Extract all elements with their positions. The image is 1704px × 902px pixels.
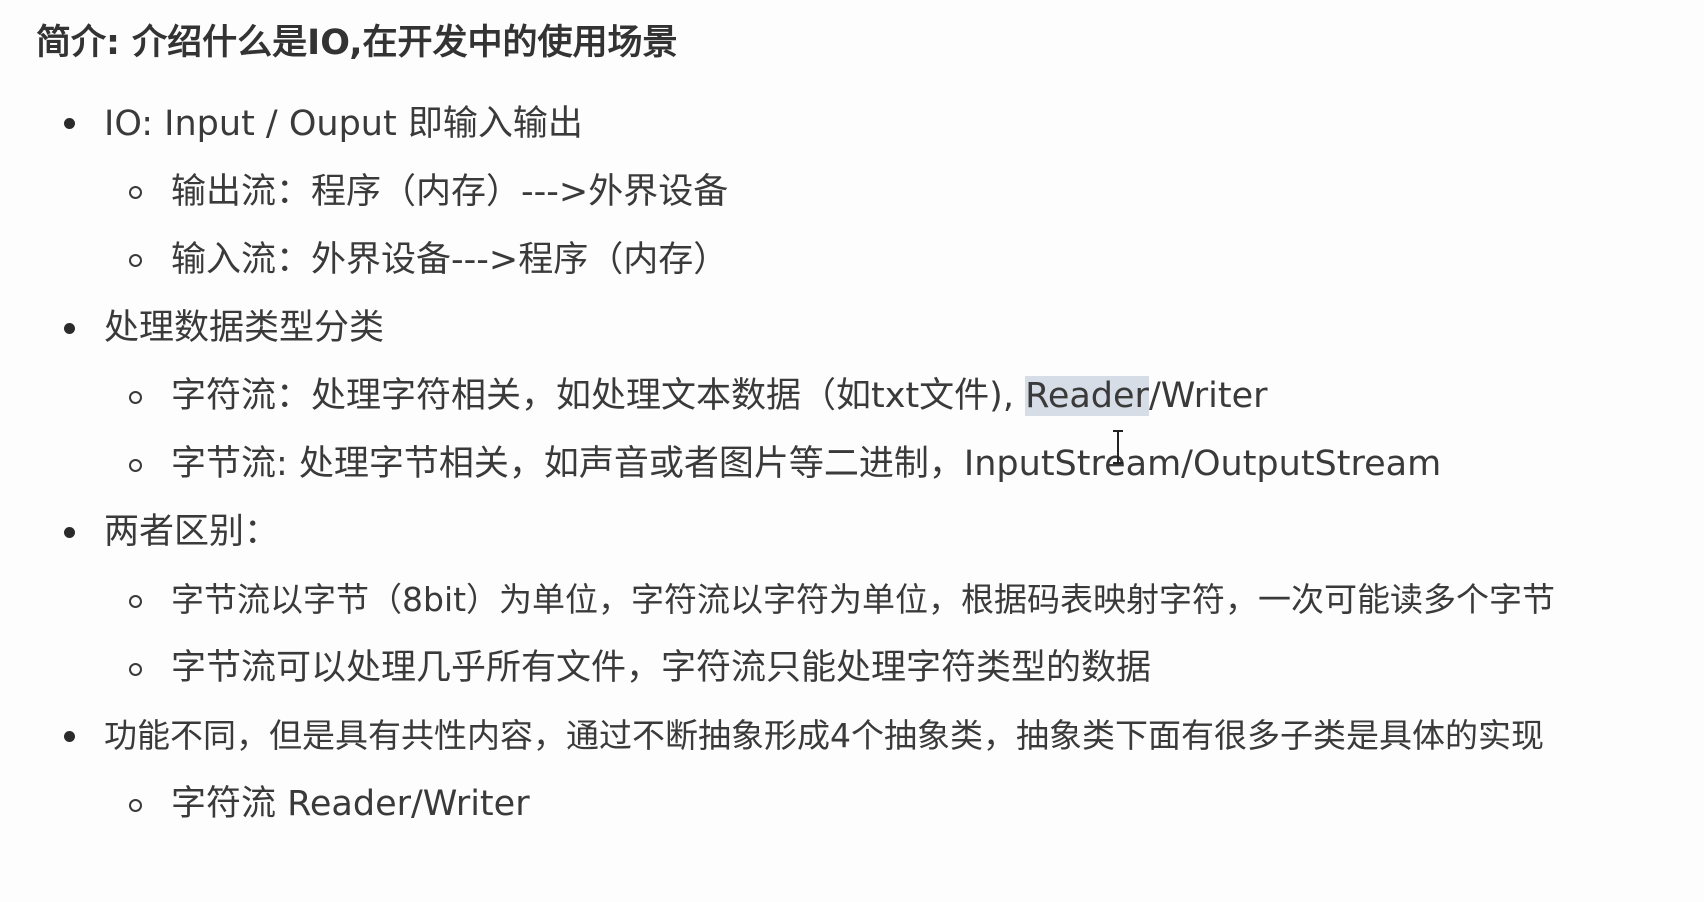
character-stream-suffix: /Writer — [1148, 376, 1268, 416]
bullet-disc-icon — [64, 731, 75, 742]
list-item-io-definition: IO: Input / Ouput 即输入输出 — [104, 104, 583, 144]
bullet-disc-icon — [64, 118, 75, 129]
list-item-abstract-classes: 功能不同，但是具有共性内容，通过不断抽象形成4个抽象类，抽象类下面有很多子类是具… — [104, 716, 1544, 755]
bullet-circle-icon — [129, 459, 142, 472]
bullet-disc-icon — [64, 323, 75, 334]
character-stream-text: 字符流：处理字符相关，如处理文本数据（如txt文件), — [171, 376, 1026, 416]
list-item-byte-stream: 字节流: 处理字节相关，如声音或者图片等二进制，InputStream/Outp… — [171, 444, 1442, 484]
list-item-character-stream: 字符流：处理字符相关，如处理文本数据（如txt文件), Reader/Write… — [171, 374, 1268, 418]
list-item-differences: 两者区别： — [104, 512, 280, 552]
selected-text-highlight[interactable]: Reader — [1025, 376, 1149, 416]
list-item-input-stream: 输入流：外界设备--->程序（内存） — [171, 240, 729, 280]
bullet-circle-icon — [129, 254, 142, 267]
list-item-file-handling-difference: 字节流可以处理几乎所有文件，字符流只能处理字符类型的数据 — [171, 648, 1152, 688]
section-heading: 简介: 介绍什么是IO,在开发中的使用场景 — [36, 23, 678, 63]
list-item-data-type-classification: 处理数据类型分类 — [104, 308, 385, 348]
bullet-circle-icon — [129, 799, 142, 812]
bullet-circle-icon — [129, 595, 142, 608]
bullet-disc-icon — [64, 527, 75, 538]
document: 简介: 介绍什么是IO,在开发中的使用场景 IO: Input / Ouput … — [0, 0, 1704, 902]
list-item-reader-writer: 字符流 Reader/Writer — [171, 784, 530, 824]
list-item-output-stream: 输出流：程序（内存）--->外界设备 — [171, 172, 729, 212]
list-item-unit-difference: 字节流以字节（8bit）为单位，字符流以字符为单位，根据码表映射字符，一次可能读… — [171, 580, 1556, 619]
bullet-circle-icon — [129, 186, 142, 199]
bullet-circle-icon — [129, 391, 142, 404]
bullet-circle-icon — [129, 663, 142, 676]
text-cursor-icon — [1113, 430, 1123, 464]
